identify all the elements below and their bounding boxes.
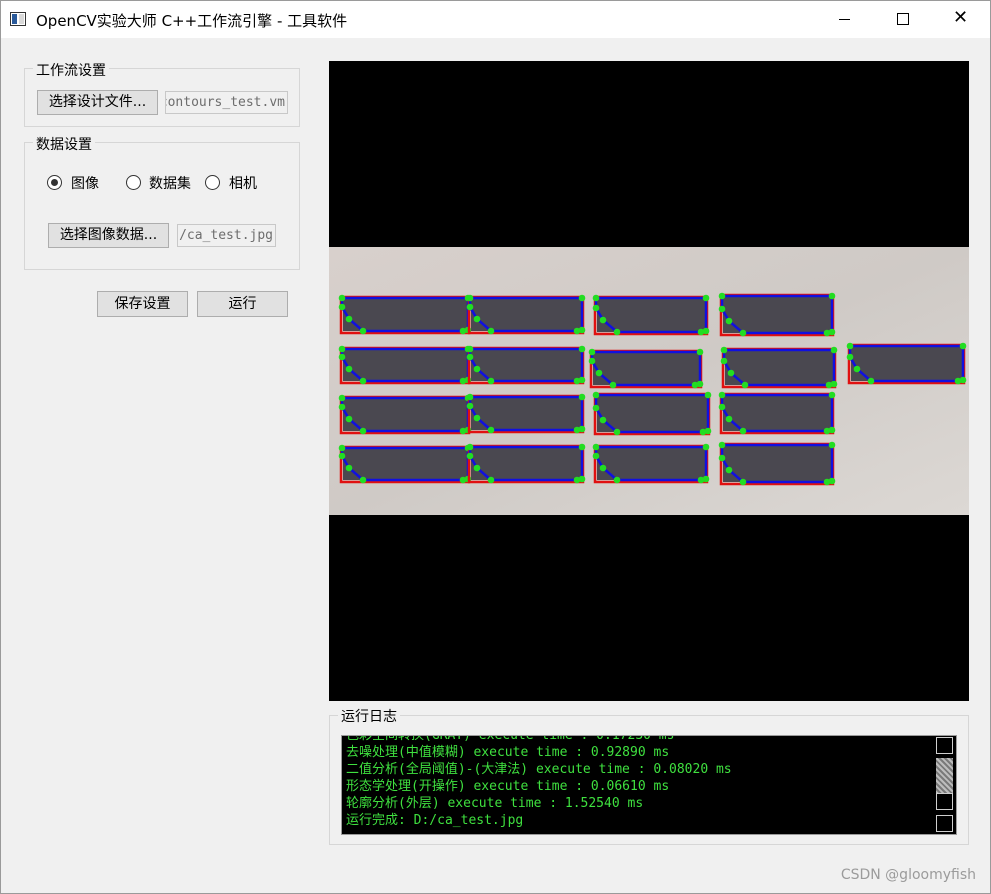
minimize-icon — [839, 19, 850, 20]
save-settings-button[interactable]: 保存设置 — [97, 291, 188, 317]
detected-block — [718, 391, 836, 435]
image-preview — [329, 61, 969, 701]
detected-block — [846, 342, 967, 385]
window-title: OpenCV实验大师 C++工作流引擎 - 工具软件 — [36, 12, 348, 30]
log-line: 轮廓分析(外层) execute time : 1.52540 ms — [346, 796, 644, 811]
image-file-field[interactable]: D:/ca_test.jpg — [177, 224, 276, 247]
detected-block — [720, 346, 838, 389]
log-line: 运行完成: D:/ca_test.jpg — [346, 813, 524, 828]
scroll-down-button[interactable] — [936, 815, 953, 832]
detected-block — [338, 294, 472, 335]
watermark: CSDN @gloomyfish — [840, 867, 976, 883]
detected-block — [338, 444, 472, 484]
close-button[interactable]: ✕ — [932, 1, 990, 38]
detected-block — [592, 294, 710, 336]
detected-block — [338, 394, 472, 435]
radio-image[interactable] — [47, 175, 62, 190]
detected-block — [466, 393, 586, 434]
detected-block — [466, 294, 586, 335]
detected-block — [466, 345, 586, 385]
log-line: 色彩空间转换(GRAY) execute time : 0.17230 ms — [346, 735, 675, 743]
detected-block — [588, 348, 704, 389]
close-icon: ✕ — [953, 7, 969, 28]
title-bar: OpenCV实验大师 C++工作流引擎 - 工具软件 ✕ — [1, 1, 990, 38]
log-lines: 色彩空间转换(GRAY) execute time : 0.17230 ms 去噪… — [346, 735, 931, 829]
scroll-thumb[interactable] — [936, 758, 953, 793]
log-output[interactable]: 色彩空间转换(GRAY) execute time : 0.17230 ms 去噪… — [341, 735, 957, 835]
app-window-icon — [10, 12, 26, 26]
scroll-track[interactable] — [936, 793, 953, 810]
run-button[interactable]: 运行 — [197, 291, 288, 317]
data-settings-group — [24, 142, 300, 270]
select-design-file-button[interactable]: 选择设计文件... — [37, 90, 158, 115]
detected-block — [592, 443, 710, 484]
result-image — [329, 247, 969, 515]
maximize-icon — [897, 13, 909, 25]
radio-dataset[interactable] — [126, 175, 141, 190]
data-settings-group-title: 数据设置 — [33, 134, 95, 154]
detected-block — [466, 443, 586, 484]
log-line: 二值分析(全局阈值)-(大津法) execute time : 0.08020 … — [346, 762, 732, 777]
detected-block — [338, 345, 472, 385]
maximize-button[interactable] — [874, 1, 932, 38]
log-scrollbar[interactable] — [934, 736, 955, 834]
log-group-title: 运行日志 — [338, 706, 400, 726]
radio-dataset-label: 数据集 — [149, 176, 191, 192]
image-file-value: D:/ca_test.jpg — [178, 228, 273, 243]
log-line: 形态学处理(开操作) execute time : 0.06610 ms — [346, 779, 670, 794]
scroll-up-button[interactable] — [936, 737, 953, 754]
radio-camera[interactable] — [205, 175, 220, 190]
detected-block — [592, 391, 712, 436]
minimize-button[interactable] — [816, 1, 874, 38]
detected-block — [718, 441, 836, 486]
detected-block — [718, 292, 836, 337]
select-image-data-button[interactable]: 选择图像数据... — [48, 223, 169, 248]
workflow-group-title: 工作流设置 — [33, 60, 109, 80]
design-file-value: contours_test.vm — [165, 95, 285, 110]
log-line: 去噪处理(中值模糊) execute time : 0.92890 ms — [346, 745, 670, 760]
design-file-field[interactable]: contours_test.vm — [165, 91, 288, 114]
radio-image-label: 图像 — [71, 176, 99, 192]
radio-camera-label: 相机 — [229, 176, 257, 192]
app-window: OpenCV实验大师 C++工作流引擎 - 工具软件 ✕ 工作流设置 选择设计文… — [0, 0, 991, 894]
